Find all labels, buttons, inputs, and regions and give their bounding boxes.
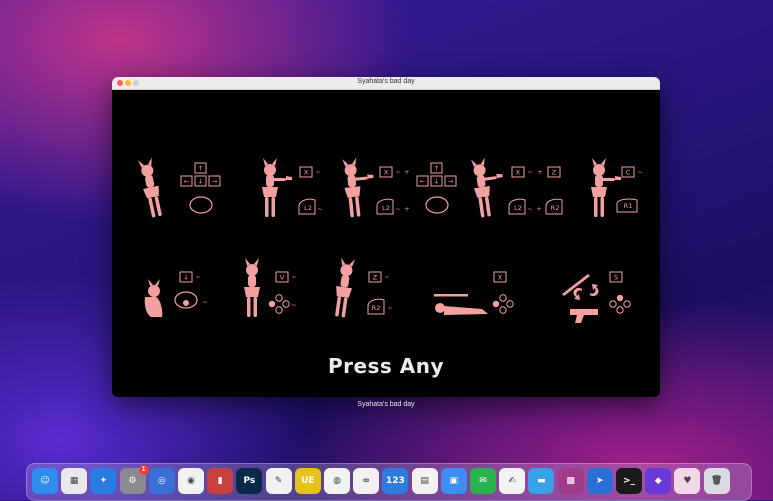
dock-printer-icon[interactable]: ▤ [411, 468, 438, 494]
key-up-aim-label: ↑ [434, 165, 439, 173]
key-down-crouch-label: ↓ [183, 274, 188, 282]
key-s-label: S [614, 274, 618, 282]
key-v-label: V [280, 274, 285, 282]
tilde-2: ~ [317, 205, 322, 213]
key-left-aim-label: ← [420, 178, 426, 186]
plus-2: + [404, 205, 409, 213]
shoot-girl-icon [262, 158, 292, 217]
game-window[interactable]: Syahata's bad day ↑ ← ↓ → X L2 X L2 ↑ ← … [112, 77, 660, 397]
plus-3: + [537, 168, 542, 176]
key-z-label: Z [373, 274, 378, 282]
tilde-3: ~ [395, 168, 400, 176]
window-title: Syahata's bad day [357, 78, 415, 85]
dock-photoshop-icon[interactable]: Ps [236, 468, 263, 494]
dock-system-preferences-icon[interactable]: ⚙ 1 [119, 465, 149, 494]
trigger-l2-label: L2 [304, 204, 312, 212]
dock-anime-app-icon[interactable]: ♥ [674, 468, 701, 494]
key-right-aim-label: → [448, 178, 454, 186]
trigger-r2-label: R2 [372, 304, 381, 312]
tilde-6: ~ [527, 205, 532, 213]
trigger-r2-dash-label: R2 [551, 204, 560, 212]
pad-stick [189, 196, 213, 214]
jump-girl-icon [331, 257, 357, 318]
dock-app-blue-square-icon[interactable]: ▣ [440, 468, 467, 494]
pad-button-dot [183, 300, 189, 306]
key-x-prone-label: X [498, 274, 503, 282]
gun-icon [570, 284, 599, 323]
key-down-label: ↓ [198, 178, 203, 186]
key-right-label: → [212, 178, 218, 186]
trigger-l2-aim-label: L2 [382, 204, 390, 212]
dock-textedit-icon[interactable]: ✍ [499, 468, 526, 494]
tilde-13: ~ [387, 304, 392, 312]
dock-app-blue-icon[interactable]: ◎ [148, 468, 175, 494]
pad-stick-aim [425, 196, 449, 214]
v-action-girl-icon [244, 258, 260, 317]
window-caption: Syahata's bad day [357, 401, 415, 408]
dock-safari-icon[interactable]: ✦ [90, 468, 117, 494]
dock-trash-icon[interactable]: 🗑 [703, 468, 730, 494]
tilde-10: ~ [291, 273, 296, 281]
aim-girl-icon [341, 156, 377, 218]
tilde-8: ~ [195, 273, 200, 281]
tilde-5: ~ [527, 168, 532, 176]
dock-folder-icon[interactable]: ▬ [528, 468, 555, 494]
key-up-label: ↑ [198, 165, 203, 173]
dock-baidu-netdisk-icon[interactable]: ∞ [353, 468, 380, 494]
move-girl-icon [137, 157, 165, 219]
key-down-aim-label: ↓ [434, 178, 439, 186]
press-any-prompt: Press Any [327, 354, 445, 378]
dock-terminal-icon[interactable]: >_ [616, 468, 642, 494]
dock-ultraedit-icon[interactable]: UE [294, 468, 321, 494]
key-x-dash-label: X [516, 169, 521, 177]
dock-app-pencil-icon[interactable]: ✎ [265, 468, 292, 494]
trigger-l2-dash-label: L2 [514, 204, 522, 212]
key-c-label: C [626, 169, 631, 177]
plus-1: + [404, 168, 409, 176]
tilde-7: ~ [637, 168, 642, 176]
notification-badge: 1 [138, 465, 149, 475]
tilde-9: ~ [202, 298, 207, 306]
dock-app-screen-icon[interactable]: ▮ [207, 468, 234, 494]
dock: ☺ ▦ ✦ ⚙ 1 ◎ ◉ ▮ Ps ✎ UE ◍ ∞ 123 ▤ ▣ ✉ ✍ ▬ ▩ ➤ >_ ◆ ♥ 🗑 [26, 463, 752, 501]
dash-girl-icon [470, 155, 508, 218]
dock-winrar-icon[interactable]: ▩ [557, 468, 584, 494]
game-canvas[interactable]: ↑ ← ↓ → X L2 X L2 ↑ ← ↓ → X Z L2 R2 C R1… [112, 90, 660, 397]
dock-launchpad-icon[interactable]: ▦ [61, 468, 88, 494]
plus-4: + [536, 205, 541, 213]
dock-chrome-icon[interactable]: ◍ [324, 468, 350, 494]
dock-numbers-123-icon[interactable]: 123 [382, 468, 409, 494]
key-x-aim-label: X [384, 169, 389, 177]
dock-finder-icon[interactable]: ☺ [32, 468, 58, 494]
tilde-4: ~ [395, 205, 400, 213]
key-left-label: ← [184, 178, 190, 186]
dock-app-purple-icon[interactable]: ◆ [645, 468, 672, 494]
key-z-dash-label: Z [552, 169, 557, 177]
dock-wechat-icon[interactable]: ✉ [470, 468, 496, 494]
crouch-girl-icon [144, 279, 163, 317]
dock-app-compass-icon[interactable]: ➤ [586, 468, 613, 494]
prone-girl-icon [434, 294, 488, 315]
tilde-1: ~ [315, 168, 320, 176]
trigger-r1-label: R1 [624, 202, 633, 210]
window-titlebar[interactable]: Syahata's bad day [112, 77, 660, 90]
dock-qq-icon[interactable]: ◉ [178, 468, 204, 494]
tilde-12: ~ [384, 273, 389, 281]
tilde-11: ~ [291, 301, 296, 309]
key-x-label: X [304, 169, 309, 177]
